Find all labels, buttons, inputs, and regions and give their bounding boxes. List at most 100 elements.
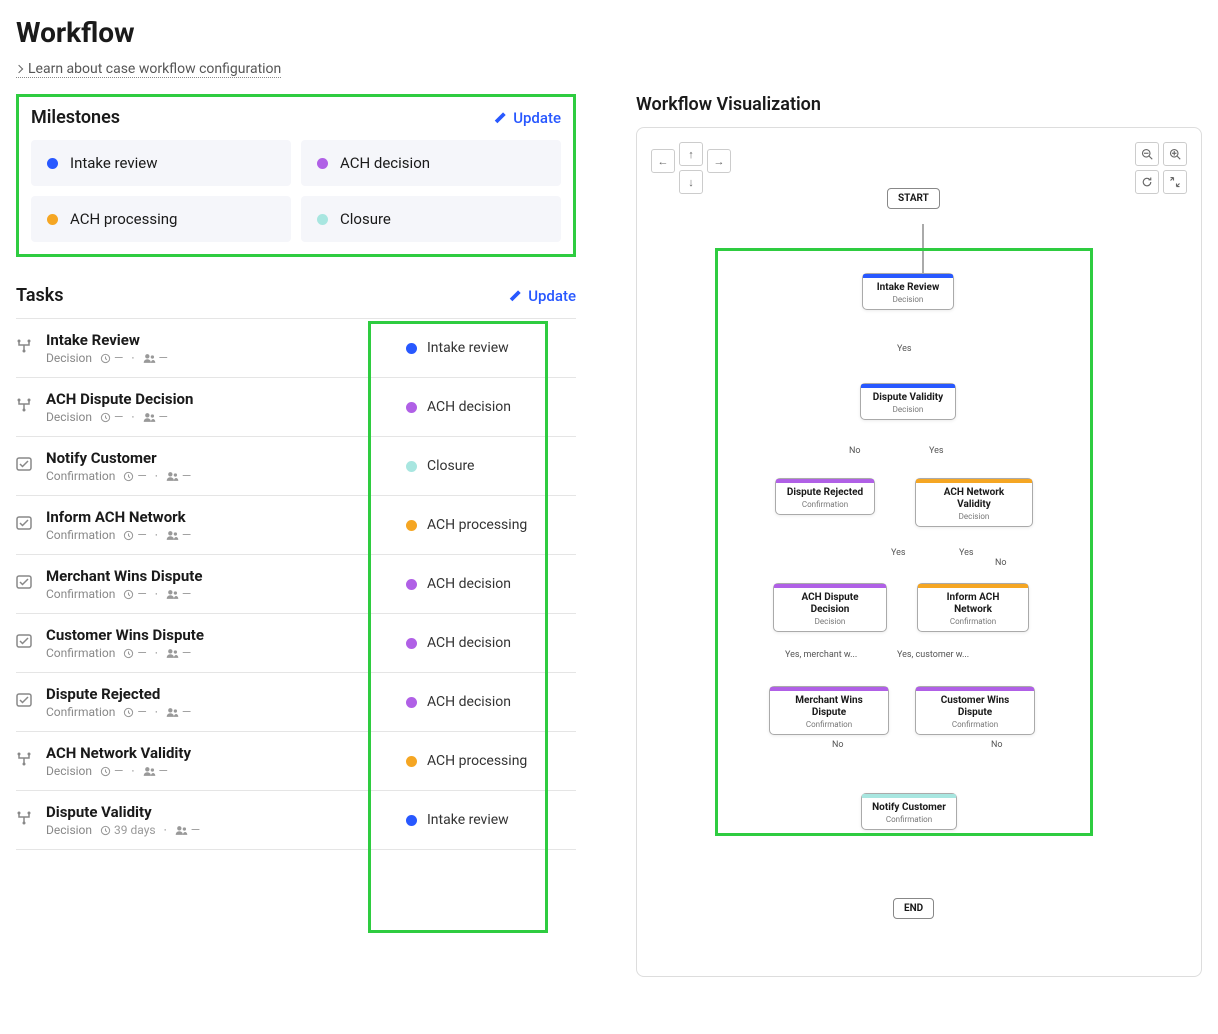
task-main: ACH Network Validity Decision — · — xyxy=(46,744,394,778)
workflow-node[interactable]: Intake ReviewDecision xyxy=(862,273,954,310)
zoom-in-button[interactable] xyxy=(1163,142,1187,166)
workflow-node[interactable]: Notify CustomerConfirmation xyxy=(861,793,957,830)
milestones-title: Milestones xyxy=(31,107,120,128)
milestone-card[interactable]: Intake review xyxy=(31,140,291,186)
node-color-bar xyxy=(916,687,1034,691)
task-row[interactable]: Merchant Wins Dispute Confirmation — · —… xyxy=(16,555,576,614)
milestone-card[interactable]: Closure xyxy=(301,196,561,242)
edge-label: No xyxy=(830,740,846,750)
branch-icon xyxy=(16,397,32,413)
tasks-update-link[interactable]: Update xyxy=(508,287,576,305)
task-type-icon xyxy=(16,338,34,358)
task-type: Decision xyxy=(46,764,92,778)
task-meta: Confirmation — · — xyxy=(46,469,394,483)
task-main: Inform ACH Network Confirmation — · — xyxy=(46,508,394,542)
users-icon: — xyxy=(143,410,168,424)
milestone-card[interactable]: ACH decision xyxy=(301,140,561,186)
task-row[interactable]: Dispute Rejected Confirmation — · — ACH … xyxy=(16,673,576,732)
task-milestone: ACH processing xyxy=(406,517,576,533)
zoom-out-button[interactable] xyxy=(1135,142,1159,166)
edit-icon xyxy=(493,111,507,125)
task-type-icon xyxy=(16,692,34,712)
clock-icon: — xyxy=(123,469,146,483)
pan-up-button[interactable]: ↑ xyxy=(679,142,703,166)
edge-label: Yes xyxy=(889,548,908,558)
update-label: Update xyxy=(528,287,576,305)
task-meta: Confirmation — · — xyxy=(46,587,394,601)
task-type: Decision xyxy=(46,823,92,837)
task-type: Decision xyxy=(46,410,92,424)
task-milestone-label: ACH processing xyxy=(427,753,527,769)
task-name: Customer Wins Dispute xyxy=(46,626,394,644)
task-row[interactable]: Intake Review Decision — · — Intake revi… xyxy=(16,318,576,378)
page-title: Workflow xyxy=(16,16,1202,49)
task-meta: Decision 39 days · — xyxy=(46,823,394,837)
edge-label: Yes, customer w... xyxy=(895,650,971,660)
task-row[interactable]: Inform ACH Network Confirmation — · — AC… xyxy=(16,496,576,555)
pan-down-button[interactable]: ↓ xyxy=(679,170,703,194)
task-type-icon xyxy=(16,515,34,535)
help-link-text: Learn about case workflow configuration xyxy=(28,61,281,77)
clock-icon: 39 days xyxy=(100,823,156,837)
workflow-node[interactable]: Dispute ValidityDecision xyxy=(860,383,956,420)
workflow-node[interactable]: ACH Network ValidityDecision xyxy=(915,478,1033,527)
milestone-card[interactable]: ACH processing xyxy=(31,196,291,242)
node-label: Dispute Validity xyxy=(871,392,945,404)
task-milestone: ACH processing xyxy=(406,753,576,769)
task-type-icon xyxy=(16,456,34,476)
node-label: Dispute Rejected xyxy=(786,487,864,499)
task-milestone: Closure xyxy=(406,458,576,474)
task-row[interactable]: Customer Wins Dispute Confirmation — · —… xyxy=(16,614,576,673)
clock-icon: — xyxy=(123,528,146,542)
node-type: Decision xyxy=(784,617,876,626)
task-name: ACH Dispute Decision xyxy=(46,390,394,408)
workflow-node[interactable]: Dispute RejectedConfirmation xyxy=(775,478,875,515)
viz-zoom-controls xyxy=(1135,142,1187,194)
users-icon: — xyxy=(166,646,191,660)
node-type: Confirmation xyxy=(928,617,1018,626)
task-milestone-label: ACH processing xyxy=(427,517,527,533)
check-icon xyxy=(16,456,32,472)
node-label: ACH Network Validity xyxy=(926,487,1022,511)
task-row[interactable]: Notify Customer Confirmation — · — Closu… xyxy=(16,437,576,496)
milestone-dot-icon xyxy=(47,214,58,225)
workflow-node[interactable]: Inform ACH NetworkConfirmation xyxy=(917,583,1029,632)
task-row[interactable]: Dispute Validity Decision 39 days · — In… xyxy=(16,791,576,850)
task-type: Confirmation xyxy=(46,646,115,660)
branch-icon xyxy=(16,338,32,354)
task-type: Confirmation xyxy=(46,587,115,601)
task-milestone-label: ACH decision xyxy=(427,694,511,710)
reset-button[interactable] xyxy=(1135,170,1159,194)
tasks-title: Tasks xyxy=(16,285,64,306)
refresh-icon xyxy=(1141,176,1153,188)
task-name: Inform ACH Network xyxy=(46,508,394,526)
node-label: ACH Dispute Decision xyxy=(784,592,876,616)
task-name: Notify Customer xyxy=(46,449,394,467)
workflow-node[interactable]: Merchant Wins DisputeConfirmation xyxy=(769,686,889,735)
milestones-update-link[interactable]: Update xyxy=(493,109,561,127)
node-type: Confirmation xyxy=(780,720,878,729)
clock-icon: — xyxy=(123,705,146,719)
task-row[interactable]: ACH Dispute Decision Decision — · — ACH … xyxy=(16,378,576,437)
update-label: Update xyxy=(513,109,561,127)
task-name: Merchant Wins Dispute xyxy=(46,567,394,585)
node-label: Inform ACH Network xyxy=(928,592,1018,616)
task-milestone-label: Intake review xyxy=(427,812,509,828)
branch-icon xyxy=(16,751,32,767)
task-row[interactable]: ACH Network Validity Decision — · — ACH … xyxy=(16,732,576,791)
fit-button[interactable] xyxy=(1163,170,1187,194)
chevron-right-icon xyxy=(15,65,23,73)
pan-left-button[interactable]: ← xyxy=(651,149,675,173)
task-main: ACH Dispute Decision Decision — · — xyxy=(46,390,394,424)
edge-label: Yes, merchant w... xyxy=(783,650,859,660)
task-milestone-label: Intake review xyxy=(427,340,509,356)
edge-label: No xyxy=(993,558,1009,568)
milestone-dot-icon xyxy=(406,461,417,472)
workflow-node[interactable]: Customer Wins DisputeConfirmation xyxy=(915,686,1035,735)
pan-right-button[interactable]: → xyxy=(707,149,731,173)
node-type: Confirmation xyxy=(786,500,864,509)
viz-pan-controls: ↑ ← → ↓ xyxy=(651,142,731,194)
help-link[interactable]: Learn about case workflow configuration xyxy=(16,61,281,78)
workflow-node[interactable]: ACH Dispute DecisionDecision xyxy=(773,583,887,632)
node-type: Decision xyxy=(871,405,945,414)
